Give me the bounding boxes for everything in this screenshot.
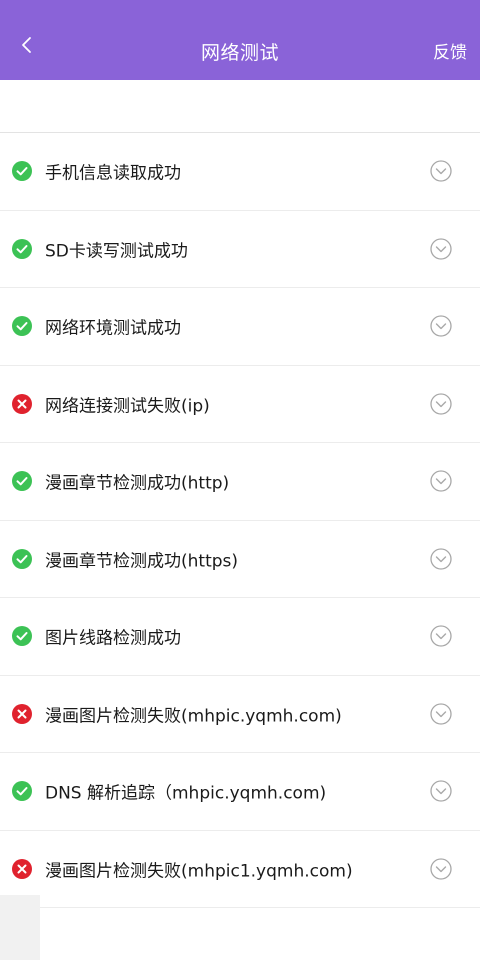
feedback-button[interactable]: 反馈 bbox=[433, 38, 467, 63]
chevron-down-circle-icon[interactable] bbox=[430, 858, 452, 880]
test-row-label: 漫画章节检测成功(http) bbox=[45, 473, 230, 494]
test-row[interactable]: 漫画章节检测成功(http) bbox=[0, 443, 480, 521]
success-check-icon bbox=[12, 781, 32, 802]
test-row-label: DNS 解析追踪（mhpic.yqmh.com) bbox=[45, 783, 327, 804]
page-title: 网络测试 bbox=[200, 42, 279, 64]
failure-x-icon bbox=[12, 858, 32, 879]
test-row[interactable]: DNS 解析追踪（mhpic.yqmh.com) bbox=[0, 753, 480, 831]
success-check-icon bbox=[12, 161, 32, 182]
bottom-corner-block bbox=[0, 895, 40, 960]
test-row[interactable]: 网络环境测试成功 bbox=[0, 288, 480, 366]
top-app-bar: 网络测试 反馈 bbox=[0, 0, 480, 80]
test-row-label: 漫画章节检测成功(https) bbox=[45, 551, 239, 572]
test-row-label: 网络环境测试成功 bbox=[45, 318, 181, 339]
test-row[interactable]: 手机信息读取成功 bbox=[0, 133, 480, 211]
success-check-icon bbox=[12, 548, 32, 569]
chevron-down-circle-icon[interactable] bbox=[430, 625, 452, 647]
failure-x-icon bbox=[12, 393, 32, 414]
test-row[interactable]: 网络连接测试失败(ip) bbox=[0, 366, 480, 443]
failure-x-icon bbox=[12, 703, 32, 724]
test-row[interactable]: 图片线路检测成功 bbox=[0, 598, 480, 676]
header-spacer bbox=[0, 80, 480, 133]
test-row[interactable]: 漫画图片检测失败(mhpic.yqmh.com) bbox=[0, 676, 480, 753]
chevron-down-circle-icon[interactable] bbox=[430, 238, 452, 260]
test-row[interactable]: SD卡读写测试成功 bbox=[0, 211, 480, 288]
test-row-label: 网络连接测试失败(ip) bbox=[45, 396, 210, 417]
chevron-down-circle-icon[interactable] bbox=[430, 315, 452, 337]
chevron-down-circle-icon[interactable] bbox=[430, 548, 452, 570]
test-row-label: 手机信息读取成功 bbox=[45, 163, 181, 184]
success-check-icon bbox=[12, 238, 32, 259]
chevron-down-circle-icon[interactable] bbox=[430, 703, 452, 725]
success-check-icon bbox=[12, 626, 32, 647]
test-result-list: 手机信息读取成功 SD卡读写测试成功 网络环境测试成功网络连接测试失败(ip) 漫画章… bbox=[0, 133, 480, 908]
test-row-label: 漫画图片检测失败(mhpic1.yqmh.com) bbox=[45, 861, 353, 882]
chevron-down-circle-icon[interactable] bbox=[430, 393, 452, 415]
test-row[interactable]: 漫画图片检测失败(mhpic1.yqmh.com) bbox=[0, 831, 480, 908]
chevron-down-circle-icon[interactable] bbox=[430, 160, 452, 182]
test-row-label: 图片线路检测成功 bbox=[45, 628, 181, 649]
success-check-icon bbox=[12, 316, 32, 337]
test-row-label: SD卡读写测试成功 bbox=[45, 241, 188, 262]
success-check-icon bbox=[12, 471, 32, 492]
chevron-down-circle-icon[interactable] bbox=[430, 780, 452, 802]
test-row[interactable]: 漫画章节检测成功(https) bbox=[0, 521, 480, 598]
chevron-down-circle-icon[interactable] bbox=[430, 470, 452, 492]
test-row-label: 漫画图片检测失败(mhpic.yqmh.com) bbox=[45, 706, 342, 727]
